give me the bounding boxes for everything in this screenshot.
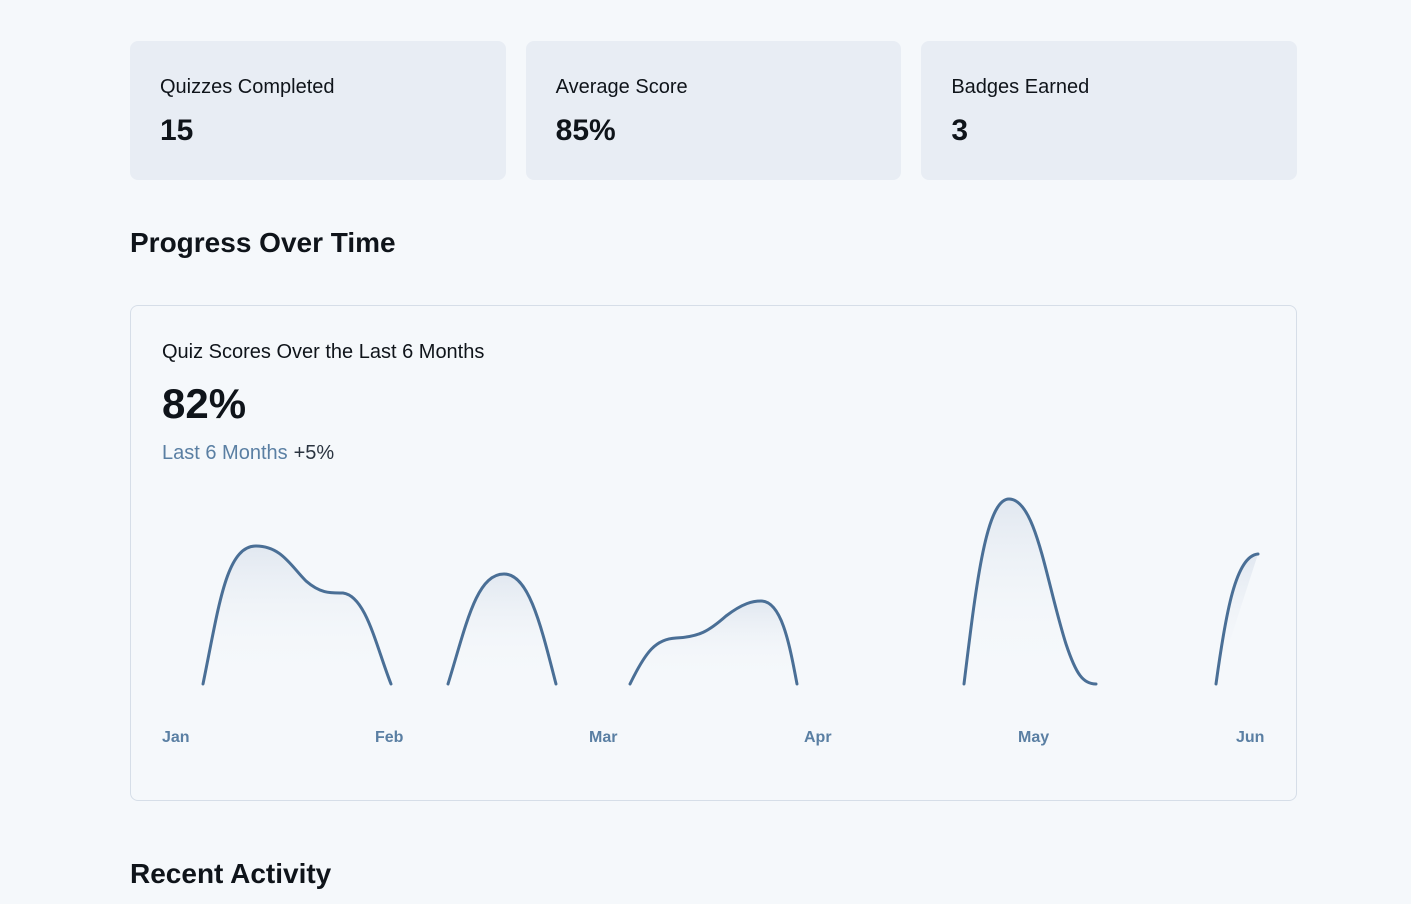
series-area-3: [630, 601, 797, 684]
stat-label: Quizzes Completed: [160, 76, 335, 98]
stats-row: Quizzes Completed 15 Average Score 85% B…: [130, 41, 1298, 180]
stat-card-quizzes-completed: Quizzes Completed 15: [130, 41, 506, 180]
stat-value: 85%: [555, 114, 616, 147]
chart-card: Quiz Scores Over the Last 6 Months 82% L…: [130, 305, 1297, 801]
progress-page: Quizzes Completed 15 Average Score 85% B…: [0, 0, 1411, 904]
x-tick-label: Jan: [162, 729, 190, 746]
stat-value: 3: [951, 114, 969, 147]
x-tick-label: Mar: [589, 729, 618, 746]
x-tick-label: Feb: [375, 729, 404, 746]
chart-series: [201, 497, 1260, 686]
series-area-4: [964, 499, 1096, 684]
series-area-5: [1216, 554, 1258, 684]
progress-section-title: Progress Over Time: [130, 227, 396, 258]
x-tick-label: May: [1018, 729, 1050, 746]
stat-card-average-score: Average Score 85%: [525, 41, 902, 180]
line-chart: [201, 497, 1260, 686]
stat-value: 15: [160, 114, 194, 147]
stat-card-badges-earned: Badges Earned 3: [921, 41, 1298, 180]
x-tick-label: Apr: [804, 729, 832, 746]
recent-activity-title: Recent Activity: [130, 858, 332, 889]
stat-label: Average Score: [555, 76, 688, 98]
x-tick-label: Jun: [1236, 729, 1265, 746]
stat-label: Badges Earned: [951, 76, 1090, 98]
